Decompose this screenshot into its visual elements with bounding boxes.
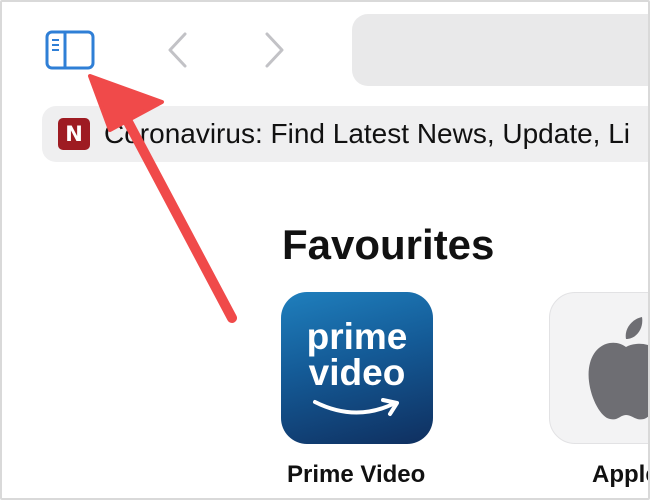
- news-favicon-icon: N: [58, 118, 90, 150]
- smile-arrow-icon: [313, 398, 399, 416]
- chevron-right-icon: [265, 32, 284, 68]
- sidebar-icon: [45, 30, 95, 70]
- tab-title: Coronavirus: Find Latest News, Update, L…: [104, 118, 631, 149]
- favourites-heading: Favourites: [282, 221, 495, 268]
- prime-tile-text-line1: prime: [306, 316, 408, 357]
- back-button[interactable]: [160, 29, 196, 71]
- favourite-label-prime-video: Prime Video: [287, 461, 426, 488]
- favourite-label-apple: Apple: [592, 461, 648, 488]
- sidebar-toggle-button[interactable]: [44, 29, 96, 71]
- forward-button[interactable]: [256, 29, 292, 71]
- favourite-apple[interactable]: [549, 292, 648, 444]
- apple-logo-icon: [588, 317, 648, 420]
- chevron-left-icon: [168, 32, 187, 68]
- favicon-letter: N: [65, 122, 83, 146]
- favourite-prime-video[interactable]: prime video: [281, 292, 433, 444]
- prime-tile-text-line2: video: [308, 352, 406, 393]
- tab-coronavirus-news[interactable]: N Coronavirus: Find Latest News, Update,…: [42, 106, 648, 162]
- browser-window: N Coronavirus: Find Latest News, Update,…: [0, 0, 650, 500]
- address-bar[interactable]: [352, 14, 648, 86]
